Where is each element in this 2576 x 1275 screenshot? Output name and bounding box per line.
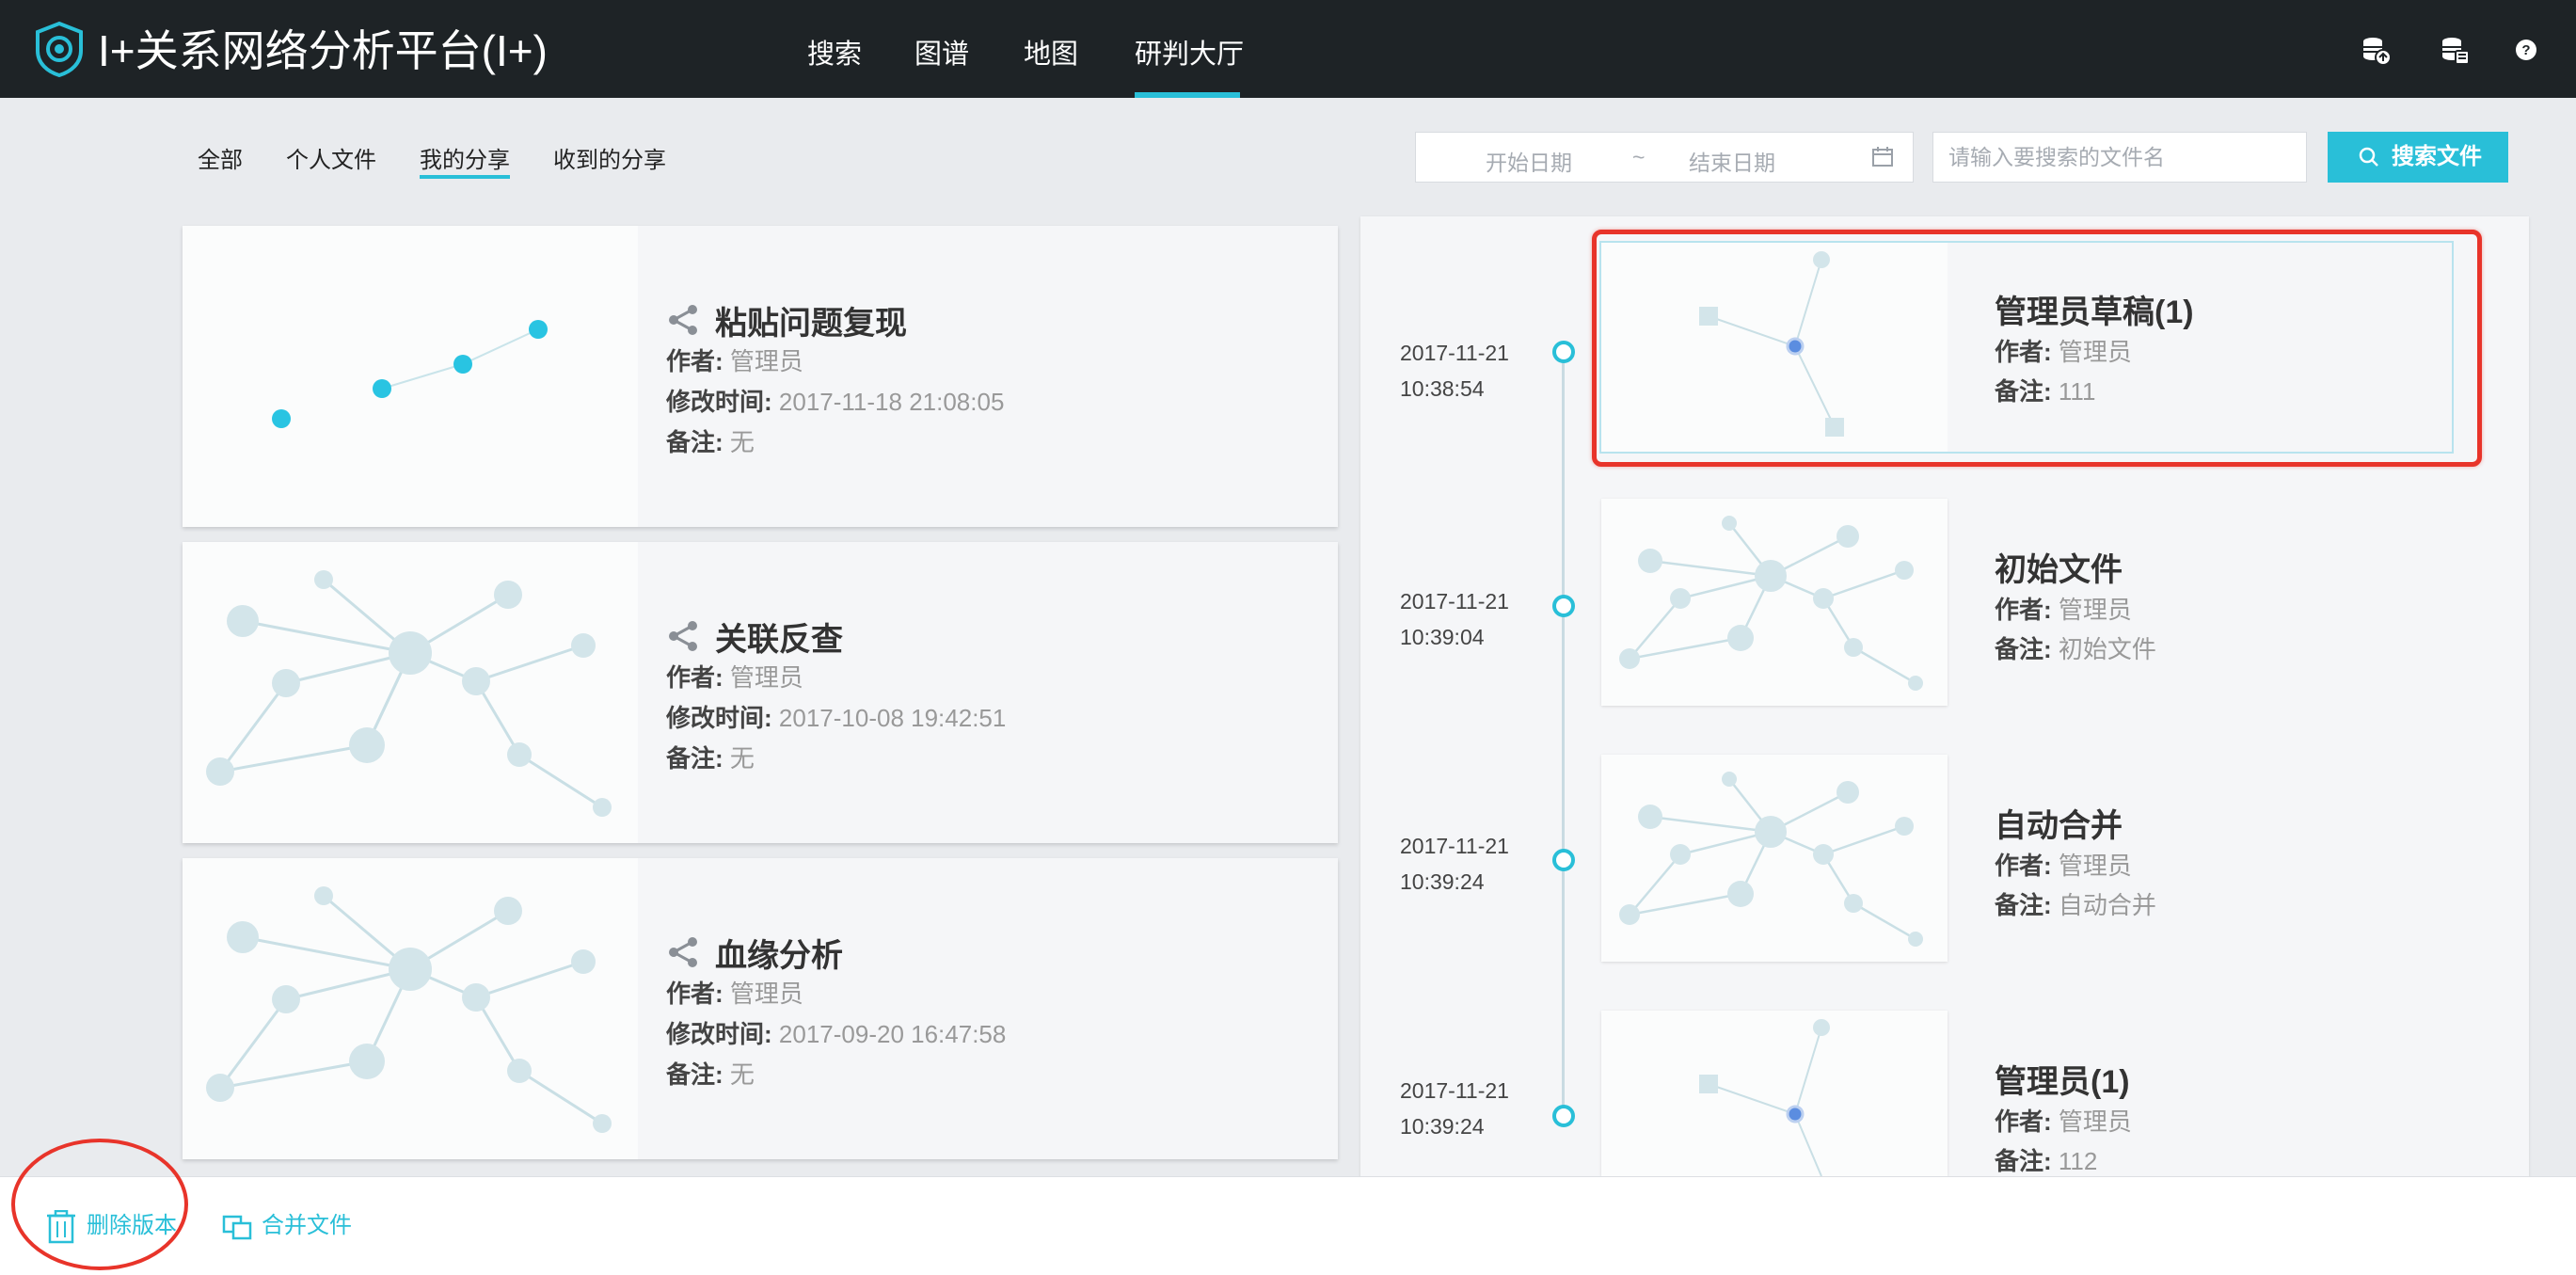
file-modified: 2017-10-08 19:42:51 xyxy=(778,704,1007,732)
tab-active-indicator xyxy=(420,175,510,179)
file-card[interactable]: 血缘分析 作者: 管理员 修改时间: 2017-09-20 16:47:58 备… xyxy=(183,858,1338,1159)
share-icon xyxy=(669,305,697,335)
timeline-dot[interactable] xyxy=(1552,595,1575,617)
file-author: 管理员 xyxy=(729,347,803,375)
note-label: 备注: xyxy=(1995,891,2052,919)
version-title: 初始文件 xyxy=(1995,552,2123,588)
file-card[interactable]: 关联反查 作者: 管理员 修改时间: 2017-10-08 19:42:51 备… xyxy=(183,542,1338,843)
database-list-icon[interactable] xyxy=(2439,34,2471,66)
date-range-picker[interactable]: 开始日期 ~ 结束日期 xyxy=(1415,132,1914,183)
calendar-icon[interactable] xyxy=(1871,146,1894,168)
version-thumbnail-network[interactable] xyxy=(1601,755,1948,962)
tab-my-shares[interactable]: 我的分享 xyxy=(420,141,510,174)
nav-active-indicator xyxy=(1135,92,1240,98)
file-card[interactable]: 粘贴问题复现 作者: 管理员 修改时间: 2017-11-18 21:08:05… xyxy=(183,226,1338,527)
version-author: 管理员 xyxy=(2058,1108,2132,1136)
help-icon[interactable]: ? xyxy=(2510,34,2542,66)
merge-files-label: 合并文件 xyxy=(262,1213,352,1238)
author-label: 作者: xyxy=(666,347,724,375)
version-thumbnail-graph[interactable] xyxy=(1601,1011,1948,1176)
version-timestamp: 2017-11-21 10:38:54 xyxy=(1400,341,1509,401)
end-date-input[interactable]: 结束日期 xyxy=(1689,145,1775,177)
merge-files-button[interactable]: 合并文件 xyxy=(222,1206,352,1241)
file-thumbnail-graph xyxy=(183,226,638,527)
note-label: 备注: xyxy=(666,744,724,773)
annotation-highlight-circle xyxy=(11,1139,188,1270)
author-label: 作者: xyxy=(1995,1108,2052,1136)
file-author: 管理员 xyxy=(729,663,803,692)
modified-label: 修改时间: xyxy=(666,388,772,416)
timeline-dot[interactable] xyxy=(1552,341,1575,363)
version-timestamp: 2017-11-21 10:39:24 xyxy=(1400,834,1509,894)
search-icon xyxy=(2359,147,2378,167)
tab-received-shares[interactable]: 收到的分享 xyxy=(553,141,666,174)
file-note: 无 xyxy=(729,1060,755,1089)
version-title: 自动合并 xyxy=(1995,808,2123,844)
file-author: 管理员 xyxy=(729,980,803,1008)
file-note: 无 xyxy=(729,744,755,773)
shield-logo-icon xyxy=(36,21,83,77)
note-label: 备注: xyxy=(1995,1147,2052,1175)
svg-text:?: ? xyxy=(2521,42,2530,58)
file-thumbnail-network xyxy=(183,858,638,1159)
author-label: 作者: xyxy=(666,663,724,692)
nav-graph[interactable]: 图谱 xyxy=(914,32,969,72)
merge-icon xyxy=(222,1215,252,1239)
file-modified: 2017-11-18 21:08:05 xyxy=(778,388,1005,416)
version-author: 管理员 xyxy=(2058,596,2132,624)
database-upload-icon[interactable] xyxy=(2360,34,2392,66)
modified-label: 修改时间: xyxy=(666,704,772,732)
author-label: 作者: xyxy=(1995,852,2052,880)
file-title: 关联反查 xyxy=(715,622,843,658)
annotation-highlight-rect xyxy=(1592,230,2482,467)
version-note: 初始文件 xyxy=(2058,635,2156,663)
timeline-line xyxy=(1562,350,1565,1122)
start-date-input[interactable]: 开始日期 xyxy=(1486,145,1572,177)
timeline-dot[interactable] xyxy=(1552,1105,1575,1127)
file-modified: 2017-09-20 16:47:58 xyxy=(778,1020,1007,1048)
file-title: 血缘分析 xyxy=(715,938,843,974)
file-note: 无 xyxy=(729,428,755,456)
version-note: 112 xyxy=(2058,1147,2098,1175)
timeline-dot[interactable] xyxy=(1552,849,1575,871)
nav-map[interactable]: 地图 xyxy=(1024,32,1078,72)
file-thumbnail-network xyxy=(183,542,638,843)
file-title: 粘贴问题复现 xyxy=(715,306,907,342)
date-separator: ~ xyxy=(1632,145,1646,169)
version-title: 管理员(1) xyxy=(1995,1064,2130,1100)
note-label: 备注: xyxy=(1995,635,2052,663)
version-timestamp: 2017-11-21 10:39:04 xyxy=(1400,589,1509,649)
file-search-input[interactable] xyxy=(1933,133,2289,182)
author-label: 作者: xyxy=(666,980,724,1008)
bottom-action-bar xyxy=(0,1176,2576,1275)
version-note: 自动合并 xyxy=(2058,891,2156,919)
tab-personal-files[interactable]: 个人文件 xyxy=(286,141,376,174)
top-navbar: I+关系网络分析平台(I+) 搜索 图谱 地图 研判大厅 ? xyxy=(0,0,2576,98)
nav-analysis-hall[interactable]: 研判大厅 xyxy=(1135,32,1244,72)
app-title: I+关系网络分析平台(I+) xyxy=(98,26,548,75)
version-author: 管理员 xyxy=(2058,852,2132,880)
version-thumbnail-network[interactable] xyxy=(1601,499,1948,706)
share-icon xyxy=(669,937,697,967)
search-files-label: 搜索文件 xyxy=(2392,144,2482,169)
note-label: 备注: xyxy=(666,1060,724,1089)
share-icon xyxy=(669,621,697,651)
file-search-box xyxy=(1932,132,2307,183)
author-label: 作者: xyxy=(1995,596,2052,624)
modified-label: 修改时间: xyxy=(666,1020,772,1048)
nav-search[interactable]: 搜索 xyxy=(807,32,862,72)
tab-all[interactable]: 全部 xyxy=(198,141,243,174)
note-label: 备注: xyxy=(666,428,724,456)
search-files-button[interactable]: 搜索文件 xyxy=(2328,132,2508,183)
version-timestamp: 2017-11-21 10:39:24 xyxy=(1400,1078,1509,1139)
